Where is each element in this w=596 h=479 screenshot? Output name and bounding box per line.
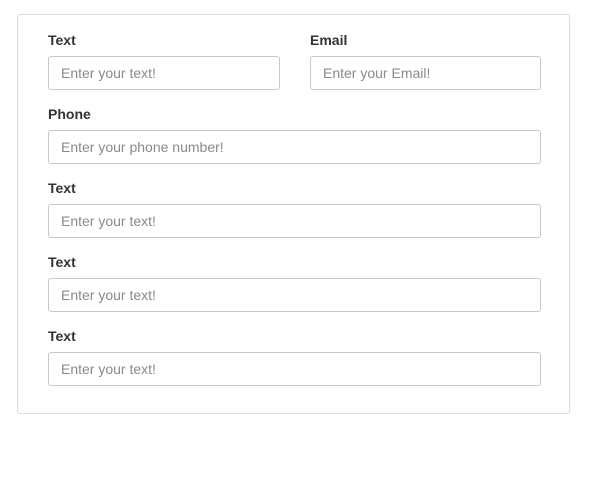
text-input-1[interactable]	[48, 56, 280, 90]
phone-field-group: Phone	[48, 106, 541, 164]
text-input-2[interactable]	[48, 204, 541, 238]
text-label-2: Text	[48, 180, 76, 196]
text-input-3[interactable]	[48, 278, 541, 312]
phone-input[interactable]	[48, 130, 541, 164]
email-label: Email	[310, 32, 348, 48]
text-field-group-2: Text	[48, 180, 541, 238]
text-input-4[interactable]	[48, 352, 541, 386]
email-field-group: Email	[310, 32, 541, 90]
text-label-4: Text	[48, 328, 76, 344]
text-field-group-4: Text	[48, 328, 541, 386]
text-label-3: Text	[48, 254, 76, 270]
text-field-group-3: Text	[48, 254, 541, 312]
text-field-group-1: Text	[48, 32, 280, 90]
phone-label: Phone	[48, 106, 91, 122]
text-label-1: Text	[48, 32, 76, 48]
email-input[interactable]	[310, 56, 541, 90]
form-card: Text Email Phone Text Text Text	[17, 14, 570, 414]
